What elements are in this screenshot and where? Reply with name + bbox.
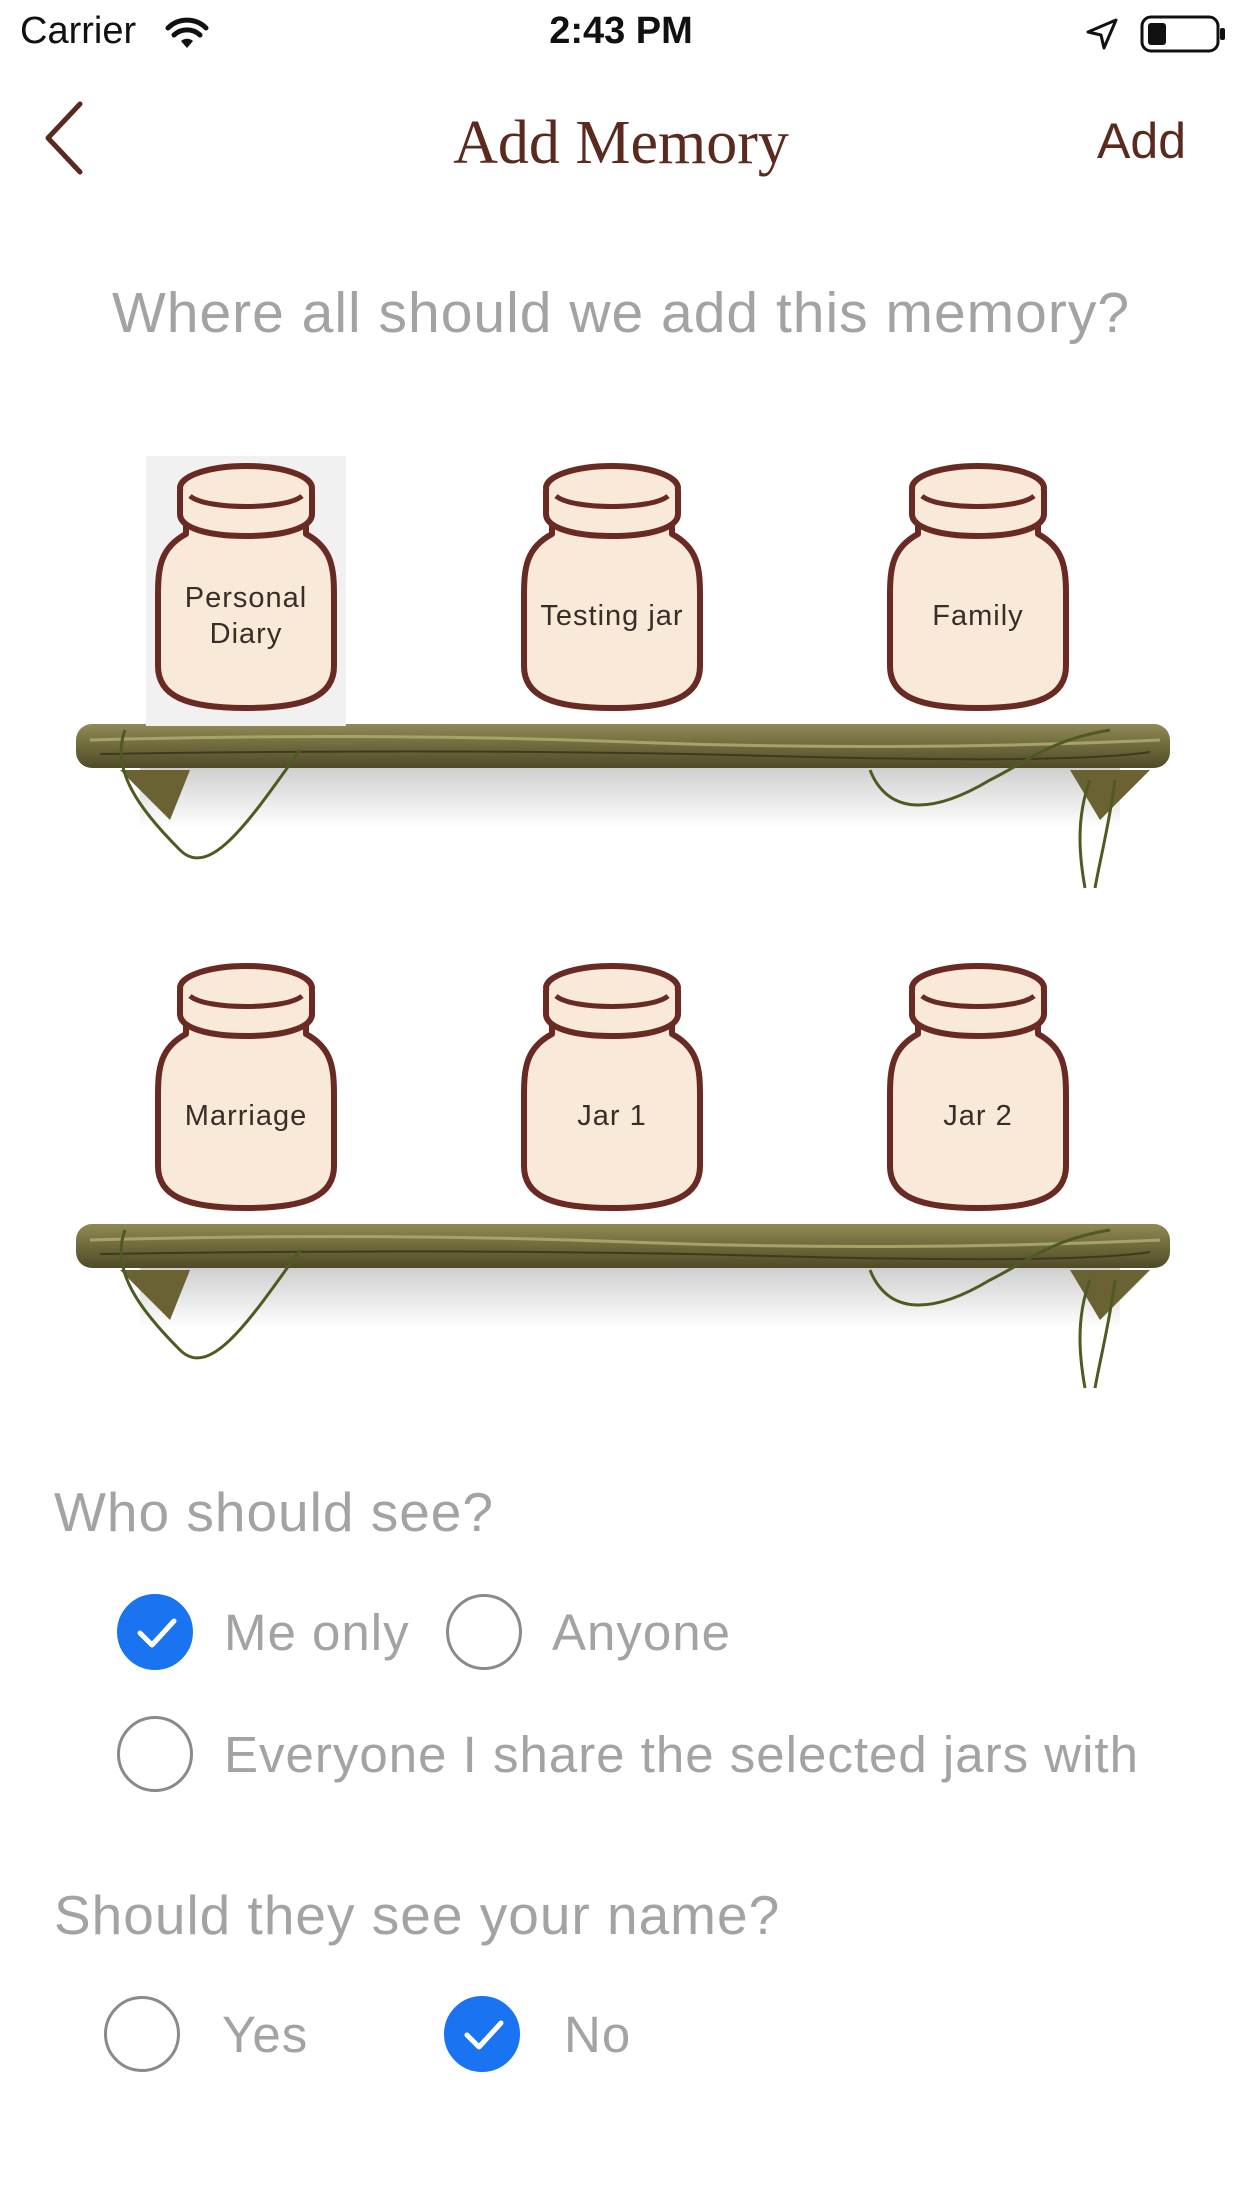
no-label[interactable]: No	[564, 2005, 631, 2064]
me-only-radio[interactable]	[117, 1594, 193, 1670]
visibility-question: Who should see?	[54, 1481, 494, 1543]
jar-label: Marriage	[184, 1100, 308, 1132]
no-radio[interactable]	[444, 1996, 520, 2072]
location-arrow-icon	[1084, 16, 1120, 57]
wooden-shelf-top	[70, 700, 1174, 890]
jar-label: Testing jar	[540, 600, 684, 632]
battery-icon	[1140, 14, 1228, 59]
clock: 2:43 PM	[549, 10, 693, 52]
show-name-question: Should they see your name?	[54, 1884, 781, 1946]
navigation-bar: Add Memory Add	[0, 80, 1242, 200]
yes-radio[interactable]	[104, 1996, 180, 2072]
status-bar: Carrier 2:43 PM	[0, 0, 1242, 70]
jar-label: Family	[932, 600, 1024, 632]
checkmark-icon	[464, 2020, 504, 2050]
shared-jars-label[interactable]: Everyone I share the selected jars with	[224, 1725, 1139, 1784]
jar-jar-2[interactable]: Jar 2	[878, 956, 1078, 1226]
anyone-radio[interactable]	[446, 1594, 522, 1670]
jar-label: Jar 1	[577, 1100, 647, 1132]
wooden-shelf-bottom	[70, 1200, 1174, 1390]
jar-personal-diary[interactable]: Personal Diary	[146, 456, 346, 726]
jar-family[interactable]: Family	[878, 456, 1078, 726]
me-only-label[interactable]: Me only	[224, 1603, 410, 1662]
jar-jar-1[interactable]: Jar 1	[512, 956, 712, 1226]
jar-selection-prompt: Where all should we add this memory?	[111, 281, 1131, 345]
jar-label: Personal Diary	[184, 582, 308, 650]
page-title: Add Memory	[453, 109, 789, 177]
jar-label: Jar 2	[943, 1100, 1013, 1132]
add-button[interactable]: Add	[1097, 112, 1186, 170]
shared-jars-radio[interactable]	[117, 1716, 193, 1792]
anyone-label[interactable]: Anyone	[552, 1603, 731, 1662]
yes-label[interactable]: Yes	[222, 2005, 308, 2064]
jar-testing-jar[interactable]: Testing jar	[512, 456, 712, 726]
checkmark-icon	[137, 1618, 177, 1648]
jar-marriage[interactable]: Marriage	[146, 956, 346, 1226]
